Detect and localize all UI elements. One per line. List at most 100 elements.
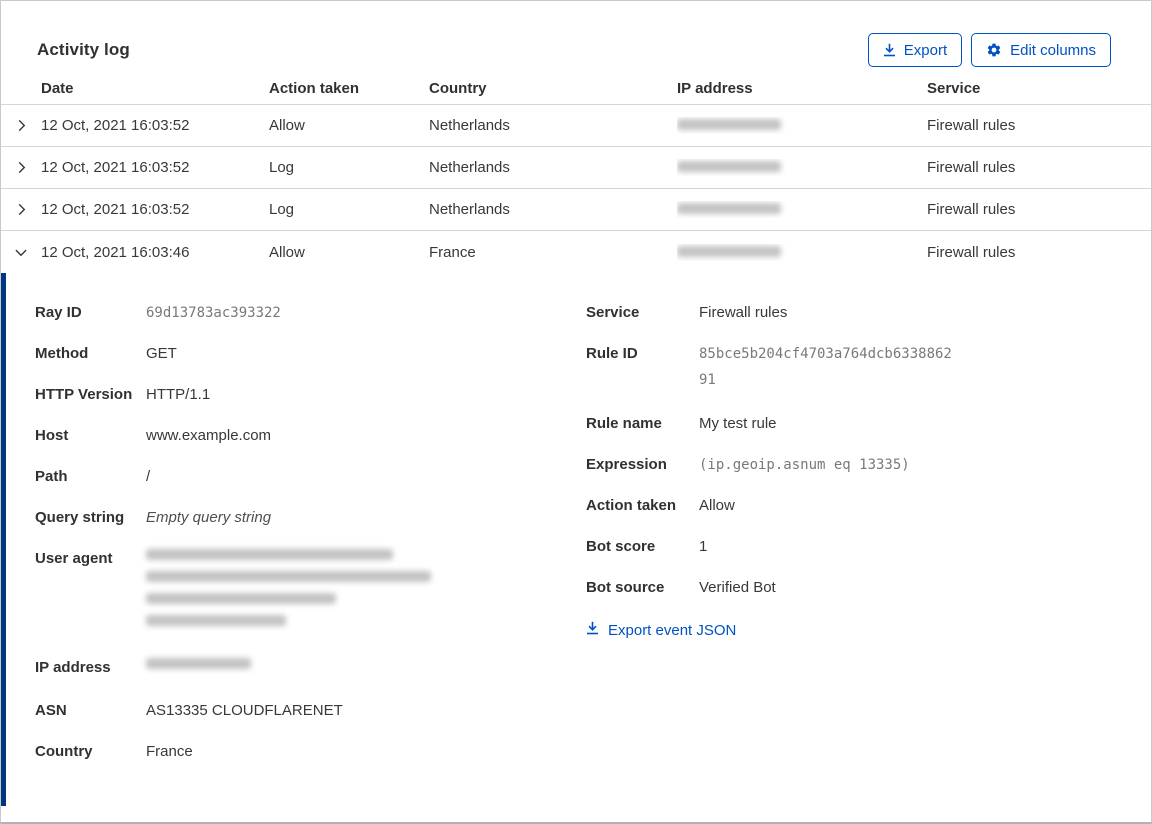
download-icon <box>586 621 599 639</box>
detail-row: Rule name My test rule <box>586 414 1131 434</box>
detail-value: AS13335 CLOUDFLARENET <box>146 702 343 719</box>
column-header-date: Date <box>41 80 74 97</box>
action-taken-cell: Log <box>269 201 295 218</box>
detail-value: Verified Bot <box>699 579 776 596</box>
column-header-ip-address: IP address <box>677 80 753 97</box>
redacted-ip <box>677 245 781 257</box>
activity-log-panel: Activity log Export Edit columns Date Ac… <box>0 0 1152 824</box>
ip-address-cell <box>677 201 927 218</box>
chevron-down-icon <box>15 249 27 256</box>
detail-label: User agent <box>35 550 113 567</box>
detail-row: HTTP Version HTTP/1.1 <box>35 385 515 405</box>
redacted-ip <box>677 161 781 172</box>
edit-columns-button[interactable]: Edit columns <box>971 33 1111 67</box>
service-cell: Firewall rules <box>927 159 1016 176</box>
expand-row-button[interactable] <box>13 117 30 134</box>
detail-label: Host <box>35 427 69 444</box>
edit-columns-button-label: Edit columns <box>1010 41 1096 59</box>
detail-value: 85bce5b204cf4703a764dcb633886291 <box>699 346 952 388</box>
detail-row: Path / <box>35 467 515 487</box>
detail-value: / <box>146 468 151 485</box>
detail-row: Rule ID 85bce5b204cf4703a764dcb633886291 <box>586 344 1131 393</box>
detail-row: ASN AS13335 CLOUDFLARENET <box>35 701 515 721</box>
table-header-row: Date Action taken Country IP address Ser… <box>1 73 1151 105</box>
detail-right-column: Service Firewall rules Rule ID 85bce5b204cf… <box>586 303 1131 640</box>
action-taken-cell: Allow <box>269 117 305 134</box>
detail-label: Action taken <box>586 497 677 514</box>
redacted-ip <box>677 119 781 130</box>
event-detail-panel: Ray ID 69d13783ac393322 Method GET HTTP Vers… <box>1 273 1151 806</box>
header: Activity log Export Edit columns <box>1 1 1151 73</box>
detail-value: Allow <box>699 497 735 514</box>
expand-row-button[interactable] <box>13 159 30 176</box>
detail-value: France <box>146 743 193 760</box>
page-title: Activity log <box>37 40 130 59</box>
detail-label: Method <box>35 345 89 362</box>
table-row[interactable]: 12 Oct, 2021 16:03:52 Log Netherlands Fi… <box>1 189 1151 231</box>
redacted-line <box>146 615 286 626</box>
expand-row-button[interactable] <box>12 244 30 261</box>
detail-label: IP address <box>35 659 111 676</box>
ip-address-cell <box>677 244 927 261</box>
detail-label: HTTP Version <box>35 386 133 403</box>
chevron-right-icon <box>18 161 25 174</box>
download-icon <box>883 43 896 57</box>
country-cell: Netherlands <box>429 117 510 134</box>
detail-value: HTTP/1.1 <box>146 386 211 403</box>
country-cell: Netherlands <box>429 201 510 218</box>
table-body: 12 Oct, 2021 16:03:52 Allow Netherlands … <box>1 105 1151 273</box>
gear-icon <box>986 42 1002 58</box>
toolbar: Export Edit columns <box>867 33 1111 67</box>
expand-row-button[interactable] <box>13 201 30 218</box>
detail-label: Path <box>35 468 68 485</box>
detail-value: Empty query string <box>146 509 272 526</box>
export-event-json-link[interactable]: Export event JSON <box>586 621 736 639</box>
column-header-service: Service <box>927 80 981 97</box>
column-header-action: Action taken <box>269 80 360 97</box>
table-row[interactable]: 12 Oct, 2021 16:03:52 Log Netherlands Fi… <box>1 147 1151 189</box>
detail-row: Bot source Verified Bot <box>586 578 1131 598</box>
action-taken-cell: Log <box>269 159 295 176</box>
detail-label: ASN <box>35 702 67 719</box>
date-cell: 12 Oct, 2021 16:03:52 <box>41 201 190 218</box>
service-cell: Firewall rules <box>927 243 1016 261</box>
detail-label: Rule ID <box>586 345 638 362</box>
detail-row: Method GET <box>35 344 515 364</box>
detail-row: Query string Empty query string <box>35 508 515 528</box>
table-row[interactable]: 12 Oct, 2021 16:03:52 Allow Netherlands … <box>1 105 1151 147</box>
date-cell: 12 Oct, 2021 16:03:52 <box>41 159 190 176</box>
redacted-line <box>146 549 393 560</box>
detail-row: Service Firewall rules <box>586 303 1131 323</box>
detail-label: Bot source <box>586 579 665 596</box>
detail-row: Expression (ip.geoip.asnum eq 13335) <box>586 455 1131 475</box>
redacted-value <box>146 658 251 680</box>
export-event-json-label: Export event JSON <box>608 621 737 639</box>
table-row[interactable]: 12 Oct, 2021 16:03:46 Allow France Firew… <box>1 231 1151 273</box>
country-cell: France <box>429 243 476 261</box>
ip-address-cell <box>677 159 927 176</box>
export-button-label: Export <box>903 41 948 59</box>
date-cell: 12 Oct, 2021 16:03:52 <box>41 117 190 134</box>
detail-value: 1 <box>699 538 708 555</box>
detail-label: Ray ID <box>35 304 82 321</box>
column-header-country: Country <box>429 80 487 97</box>
detail-left-column: Ray ID 69d13783ac393322 Method GET HTTP Vers… <box>35 303 515 783</box>
service-cell: Firewall rules <box>927 117 1016 134</box>
detail-row: User agent <box>35 549 515 637</box>
detail-row: Host www.example.com <box>35 426 515 446</box>
detail-value: www.example.com <box>146 427 272 444</box>
country-cell: Netherlands <box>429 159 510 176</box>
detail-row: Bot score 1 <box>586 537 1131 557</box>
ip-address-cell <box>677 117 927 134</box>
detail-row: Country France <box>35 742 515 762</box>
detail-label: Rule name <box>586 415 662 432</box>
detail-row: IP address <box>35 658 515 680</box>
detail-value: Firewall rules <box>699 304 788 321</box>
detail-value: GET <box>146 345 177 362</box>
redacted-line <box>146 593 336 604</box>
export-button[interactable]: Export <box>867 33 963 67</box>
redacted-ip <box>677 203 781 214</box>
detail-label: Bot score <box>586 538 656 555</box>
redacted-line <box>146 571 431 582</box>
detail-label: Expression <box>586 456 667 473</box>
